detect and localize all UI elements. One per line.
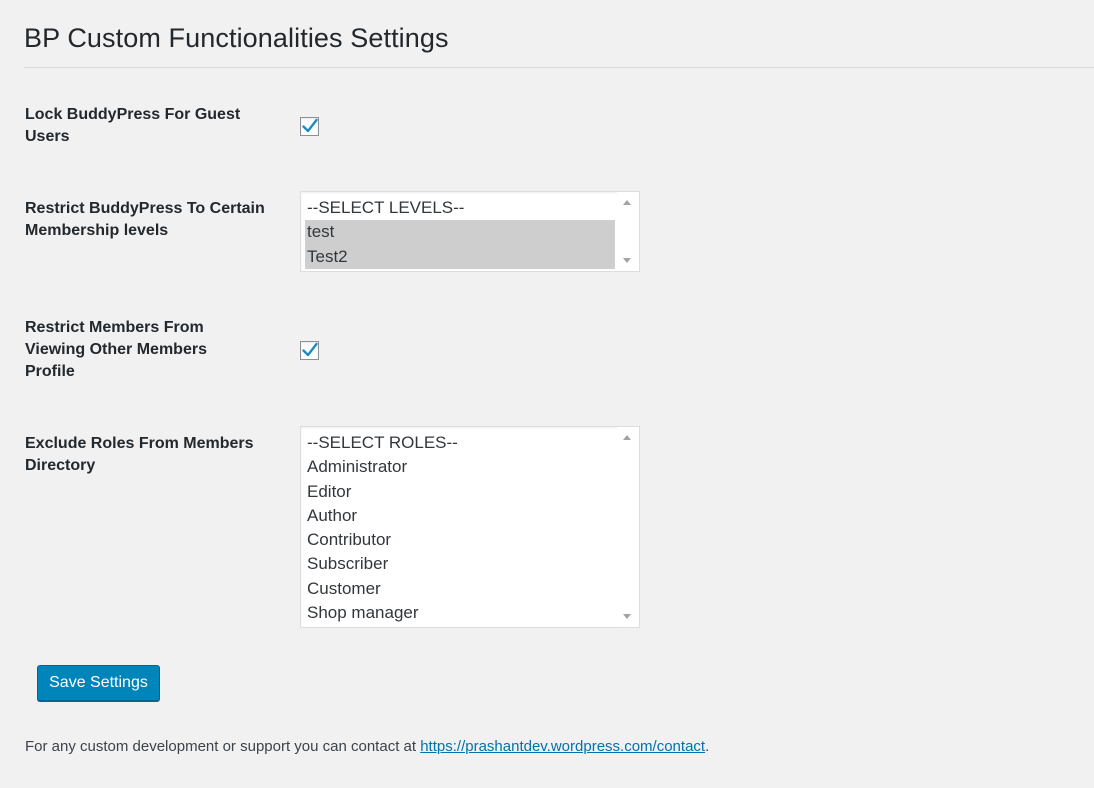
- select-option-shop-manager[interactable]: Shop manager: [305, 601, 615, 625]
- checkmark-icon: [302, 118, 318, 133]
- select-option-customer[interactable]: Customer: [305, 577, 615, 601]
- contact-link[interactable]: https://prashantdev.wordpress.com/contac…: [420, 738, 705, 755]
- select-option-administrator[interactable]: Administrator: [305, 455, 615, 479]
- checkmark-icon: [302, 342, 318, 357]
- select-option-test2[interactable]: Test2: [305, 244, 615, 269]
- footer-text: For any custom development or support yo…: [25, 738, 421, 755]
- scroll-down-arrow-icon[interactable]: [623, 614, 631, 619]
- restrict-profiles-checkbox[interactable]: [300, 341, 319, 360]
- select-option-editor[interactable]: Editor: [305, 480, 615, 504]
- select-option-placeholder[interactable]: --SELECT LEVELS--: [305, 196, 615, 220]
- select-option-author[interactable]: Author: [305, 504, 615, 528]
- page-title: BP Custom Functionalities Settings: [24, 23, 449, 53]
- lock-guest-label: Lock BuddyPress For Guest Users: [25, 106, 241, 145]
- membership-levels-select[interactable]: --SELECT LEVELS-- test Test2: [300, 191, 640, 272]
- select-option-contributor[interactable]: Contributor: [305, 528, 615, 552]
- levels-scrollbar[interactable]: [617, 192, 639, 271]
- restrict-profiles-label: Restrict Members From Viewing Other Memb…: [25, 319, 207, 380]
- save-settings-button[interactable]: Save Settings: [37, 665, 160, 701]
- restrict-levels-label: Restrict BuddyPress To Certain Membershi…: [25, 200, 265, 239]
- settings-page: BP Custom Functionalities Settings Lock …: [0, 0, 1094, 788]
- scroll-up-arrow-icon[interactable]: [623, 435, 631, 440]
- exclude-roles-label: Exclude Roles From Members Directory: [25, 435, 254, 474]
- select-option-placeholder[interactable]: --SELECT ROLES--: [305, 431, 615, 455]
- scroll-up-arrow-icon[interactable]: [623, 200, 631, 205]
- scroll-down-arrow-icon[interactable]: [623, 258, 631, 263]
- select-option-test[interactable]: test: [305, 220, 615, 245]
- select-option-subscriber[interactable]: Subscriber: [305, 552, 615, 576]
- exclude-roles-select[interactable]: --SELECT ROLES-- Administrator Editor Au…: [300, 426, 640, 628]
- footer-suffix: .: [705, 738, 710, 755]
- lock-guest-checkbox[interactable]: [300, 117, 319, 136]
- footer-note: For any custom development or support yo…: [25, 737, 709, 757]
- roles-scrollbar[interactable]: [617, 427, 639, 627]
- title-divider: [24, 67, 1094, 68]
